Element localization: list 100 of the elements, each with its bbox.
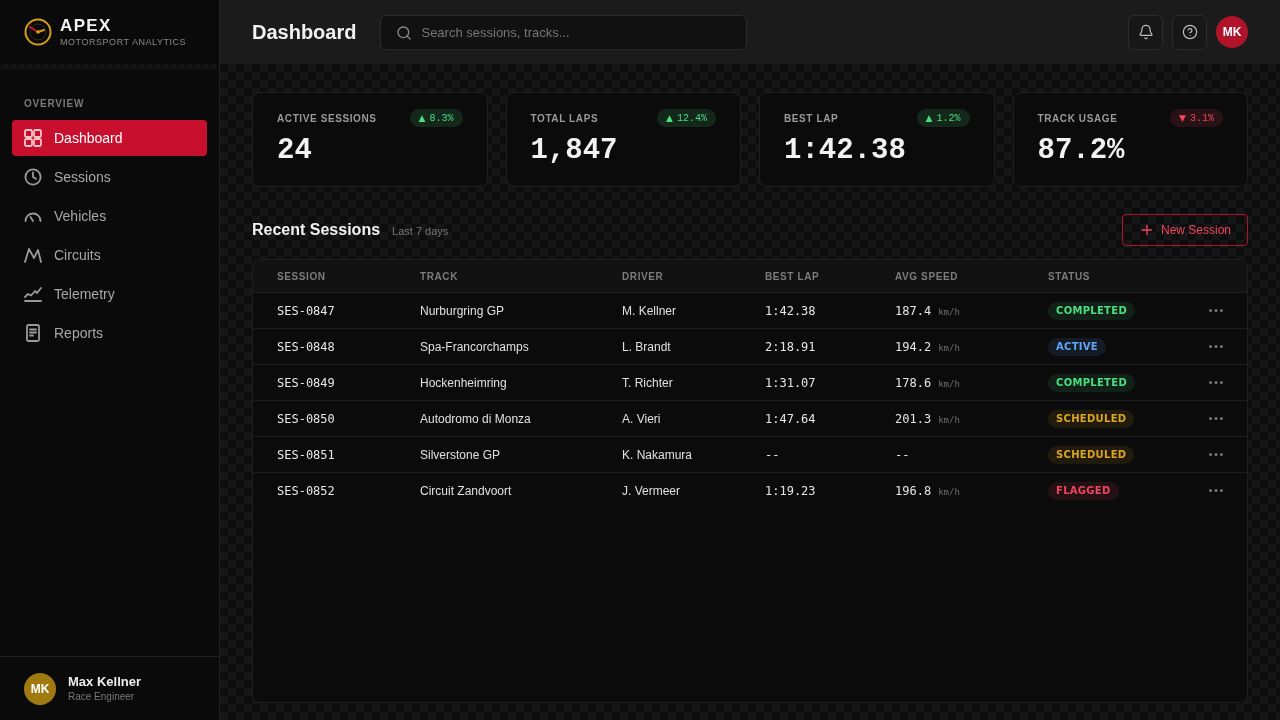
- driver-cell-text: K. Nakamura: [622, 446, 694, 464]
- driver-cell-text: T. Richter: [622, 374, 674, 392]
- nav-item[interactable]: Sessions: [12, 159, 207, 195]
- stat-label: TRACK USAGE: [1037, 111, 1118, 126]
- speed-unit: km/h: [938, 305, 960, 319]
- more-icon: [1209, 345, 1223, 348]
- change-value: 1.2%: [936, 111, 961, 126]
- avg-speed-value: 196.8: [895, 482, 932, 500]
- user-name: Max Kellner: [68, 673, 141, 690]
- speed-unit: km/h: [938, 341, 960, 355]
- speed-unit: km/h: [938, 413, 960, 427]
- best-lap-cell-text: 1:42.38: [765, 302, 817, 320]
- best-lap-cell-text: --: [765, 446, 781, 464]
- best-lap-cell-text: 1:19.23: [765, 482, 817, 500]
- row-actions-button[interactable]: [1209, 309, 1223, 312]
- page-title: Dashboard: [252, 20, 357, 45]
- status-badge: FLAGGED: [1048, 481, 1119, 500]
- session-id-cell-text: SES-0848: [277, 338, 336, 356]
- status-badge: SCHEDULED: [1048, 445, 1135, 464]
- trend-arrow: ▲: [925, 113, 933, 123]
- track-cell-text: Nurburgring GP: [420, 302, 506, 320]
- stat-label: ACTIVE SESSIONS: [277, 111, 377, 126]
- brand-tagline: MOTORSPORT ANALYTICS: [60, 36, 187, 48]
- document-icon: [26, 324, 40, 342]
- track-cell-text: Hockenheimring: [420, 374, 508, 392]
- column-header: TRACK: [420, 269, 459, 284]
- change-value: 12.4%: [677, 111, 707, 126]
- user-role: Race Engineer: [68, 690, 136, 704]
- best-lap-cell-text: 1:47.64: [765, 410, 817, 428]
- avg-speed-value: 201.3: [895, 410, 932, 428]
- column-header: SESSION: [277, 269, 327, 284]
- driver-cell-text: L. Brandt: [622, 338, 672, 356]
- nav-item[interactable]: Dashboard: [12, 120, 207, 156]
- driver-cell-text: A. Vieri: [622, 410, 662, 428]
- track-cell-text: Silverstone GP: [420, 446, 502, 464]
- status-badge: ACTIVE: [1048, 337, 1106, 356]
- more-icon: [1209, 309, 1223, 312]
- driver-cell-text: J. Vermeer: [622, 482, 682, 500]
- status-badge: SCHEDULED: [1048, 409, 1135, 428]
- track-cell-text: Circuit Zandvoort: [420, 482, 513, 500]
- clock-icon: [24, 168, 42, 186]
- row-actions-button[interactable]: [1209, 453, 1223, 456]
- session-id-cell-text: SES-0849: [277, 374, 336, 392]
- more-icon: [1209, 489, 1223, 492]
- change-value: 3.1%: [1190, 111, 1214, 126]
- session-id-cell-text: SES-0850: [277, 410, 336, 428]
- zigzag-line-icon: [24, 247, 42, 263]
- stat-label: BEST LAP: [784, 111, 839, 126]
- session-id-cell-text: SES-0852: [277, 482, 336, 500]
- section-label: OVERVIEW: [23, 97, 86, 111]
- avg-speed-value: 178.6: [895, 374, 932, 392]
- row-actions-button[interactable]: [1209, 489, 1223, 492]
- column-header: DRIVER: [622, 269, 665, 284]
- stat-value: 1:42.38: [784, 133, 907, 169]
- user-avatar-button[interactable]: MK: [1216, 16, 1248, 48]
- new-session-button[interactable]: New Session: [1121, 214, 1248, 246]
- trend-arrow: ▲: [418, 113, 426, 123]
- notifications-button[interactable]: [1128, 14, 1163, 50]
- more-icon: [1209, 453, 1223, 456]
- speedometer-icon: [24, 210, 42, 222]
- driver-cell-text: M. Kellner: [622, 302, 678, 320]
- nav-item[interactable]: Circuits: [12, 237, 207, 273]
- track-cell-text: Autodromo di Monza: [420, 410, 532, 428]
- speed-unit: km/h: [938, 485, 960, 499]
- status-badge: COMPLETED: [1048, 301, 1135, 320]
- trend-arrow: ▲: [666, 113, 673, 123]
- trend-arrow: ▼: [1179, 113, 1186, 123]
- more-icon: [1209, 381, 1223, 384]
- bell-icon: [1137, 24, 1154, 40]
- row-actions-button[interactable]: [1209, 345, 1223, 348]
- line-chart-icon: [24, 286, 42, 302]
- row-actions-button[interactable]: [1209, 417, 1223, 420]
- row-actions-button[interactable]: [1209, 381, 1223, 384]
- help-icon: [1181, 24, 1198, 40]
- best-lap-cell-text: 2:18.91: [765, 338, 817, 356]
- column-header: AVG SPEED: [895, 269, 959, 284]
- section-title: Recent Sessions: [252, 220, 381, 240]
- avg-speed-value: 194.2: [895, 338, 932, 356]
- search-icon: [396, 24, 413, 41]
- session-id-cell-text: SES-0847: [277, 302, 336, 320]
- best-lap-cell-text: 1:31.07: [765, 374, 817, 392]
- brand-name: APEX: [60, 16, 113, 36]
- help-button[interactable]: [1172, 14, 1207, 50]
- speed-unit: km/h: [938, 377, 960, 391]
- section-subtitle: Last 7 days: [392, 223, 449, 239]
- avg-speed-value: 187.4: [895, 302, 932, 320]
- more-icon: [1209, 417, 1223, 420]
- nav-item[interactable]: Reports: [12, 315, 207, 351]
- stat-value: 24: [277, 133, 313, 169]
- track-cell-text: Spa-Francorchamps: [420, 338, 530, 356]
- gauge-logo-icon: [24, 18, 52, 46]
- nav-item[interactable]: Telemetry: [12, 276, 207, 312]
- nav-item[interactable]: Vehicles: [12, 198, 207, 234]
- column-header: BEST LAP: [765, 269, 821, 284]
- stat-label: TOTAL LAPS: [530, 111, 599, 126]
- user-avatar: MK: [24, 672, 56, 705]
- stat-value: 1,847: [530, 133, 619, 169]
- search-field[interactable]: Search sessions, tracks...: [380, 14, 748, 50]
- session-id-cell-text: SES-0851: [277, 446, 336, 464]
- grid-icon: [24, 129, 42, 147]
